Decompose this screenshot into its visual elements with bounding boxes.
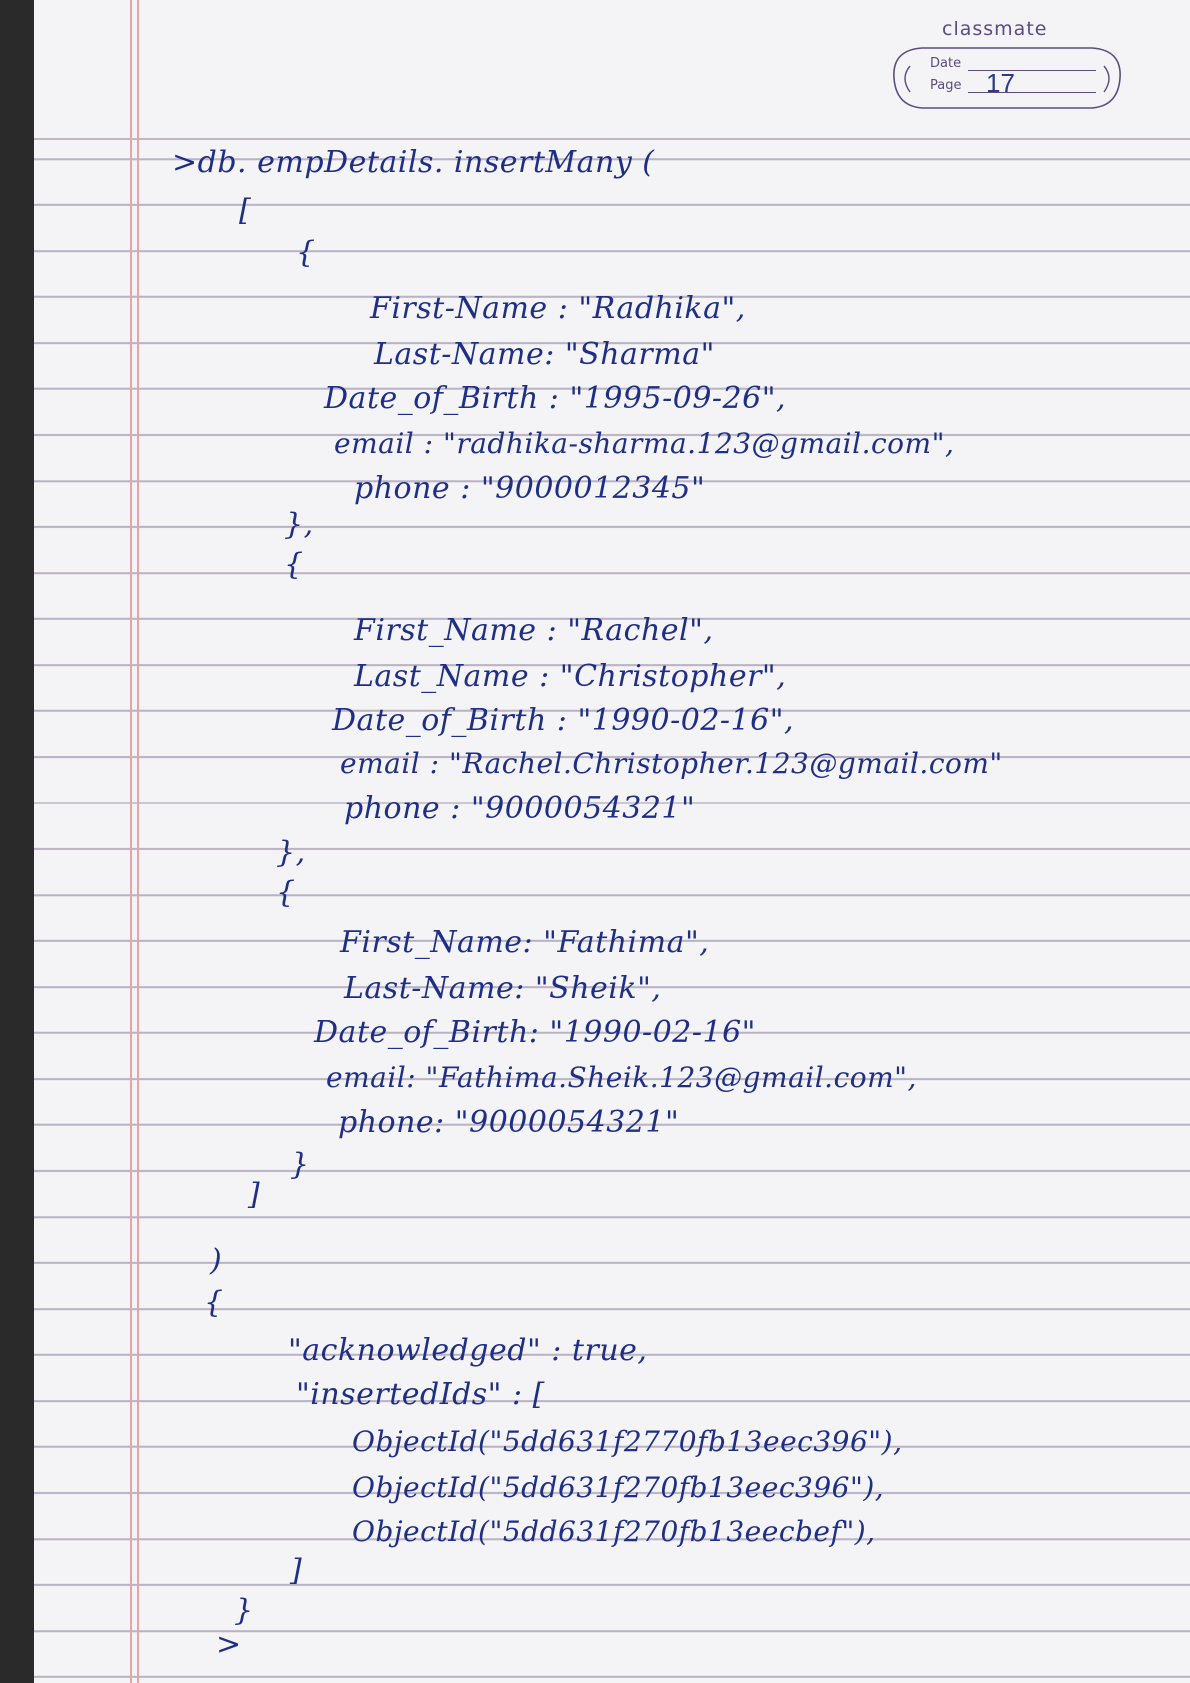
code-line: }, (284, 507, 314, 542)
code-line: phone : "9000012345" (354, 471, 706, 506)
margin-line-right (137, 0, 139, 1683)
code-line: } (234, 1593, 254, 1628)
code-line: "insertedIds" : [ (296, 1377, 545, 1412)
code-line: email: "Fathima.Sheik.123@gmail.com", (326, 1061, 917, 1094)
code-line: Last_Name : "Christopher", (354, 659, 787, 694)
code-line: ] (290, 1553, 303, 1588)
code-line: Date_of_Birth : "1990-02-16", (332, 703, 795, 738)
code-line: email : "radhika-sharma.123@gmail.com", (334, 427, 955, 460)
code-line: ObjectId("5dd631f2770fb13eec396"), (352, 1425, 903, 1458)
code-line: ) (210, 1243, 223, 1278)
date-page-stamp: Date Page 17 (882, 40, 1132, 116)
code-line: Date_of_Birth : "1995-09-26", (324, 381, 787, 416)
code-line: [ (239, 193, 252, 228)
code-line: email : "Rachel.Christopher.123@gmail.co… (340, 747, 1003, 780)
code-line: phone : "9000054321" (344, 791, 696, 826)
date-label: Date (930, 56, 962, 71)
code-line: { (276, 875, 296, 910)
code-line: > (216, 1627, 242, 1662)
code-line: Date_of_Birth: "1990-02-16" (314, 1015, 756, 1050)
code-line: First_Name: "Fathima", (340, 925, 710, 960)
notebook-page: classmate Date Page 17 >db. empDetails. … (34, 0, 1190, 1683)
page-label: Page (930, 78, 962, 93)
code-line: phone: "9000054321" (338, 1105, 680, 1140)
code-line: First_Name : "Rachel", (354, 613, 714, 648)
page-number: 17 (986, 68, 1015, 98)
header-rule (34, 138, 1190, 140)
code-line: Last-Name: "Sharma" (374, 337, 715, 372)
code-line: ObjectId("5dd631f270fb13eec396"), (352, 1471, 885, 1504)
code-line: { (296, 235, 316, 270)
code-line: ] (248, 1177, 261, 1212)
code-line: { (284, 547, 304, 582)
code-line: "acknowledged" : true, (288, 1333, 648, 1368)
code-line: Last-Name: "Sheik", (344, 971, 662, 1006)
code-line: }, (276, 835, 306, 870)
brand-logo: classmate (942, 18, 1048, 40)
code-line: { (204, 1285, 224, 1320)
code-line: First-Name : "Radhika", (370, 291, 746, 326)
code-line: >db. empDetails. insertMany ( (172, 145, 655, 180)
margin-line-left (130, 0, 132, 1683)
code-line: ObjectId("5dd631f270fb13eecbef"), (352, 1515, 876, 1548)
code-line: } (290, 1147, 310, 1182)
